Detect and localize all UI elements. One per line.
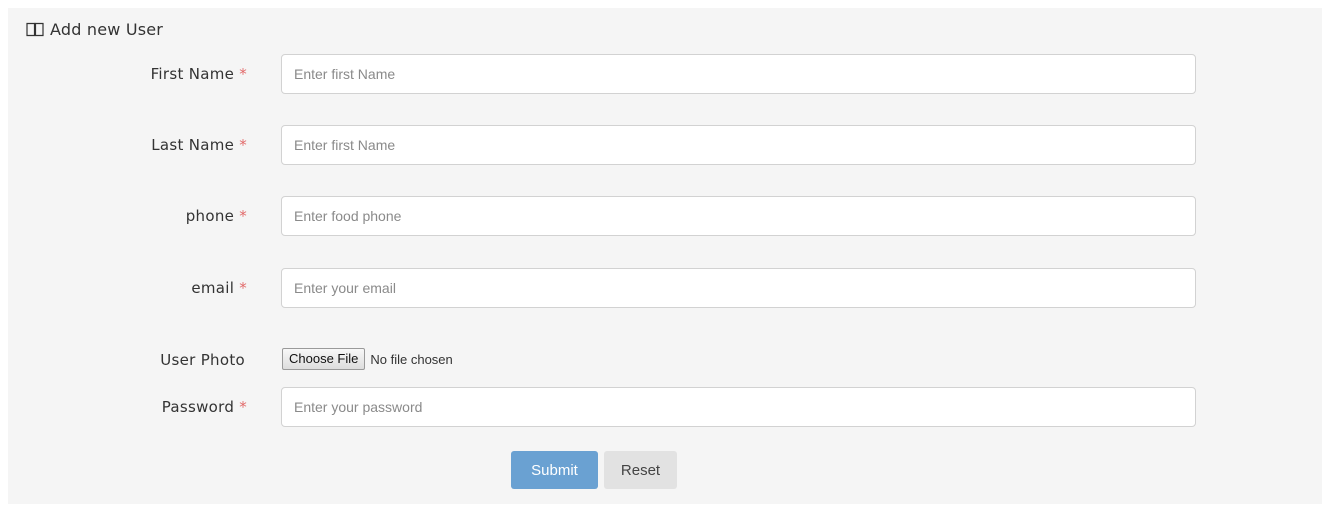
password-row: Password * [8,387,1322,427]
password-label-text: Password [161,398,235,416]
phone-input[interactable] [281,196,1196,236]
panel-title-text: Add new User [50,19,164,39]
phone-label: phone * [186,196,247,236]
password-label: Password * [162,387,247,427]
required-marker: * [239,136,247,154]
book-icon [26,21,44,37]
file-status-text: No file chosen [370,351,453,367]
user-photo-label-text: User Photo [160,351,245,369]
submit-button[interactable]: Submit [511,451,598,489]
first-name-input[interactable] [281,54,1196,94]
last-name-input[interactable] [281,125,1196,165]
last-name-label-text: Last Name [151,136,235,154]
email-input[interactable] [281,268,1196,308]
phone-label-text: phone [185,207,235,225]
user-photo-row: User Photo Choose File No file chosen [8,340,1322,380]
required-marker: * [239,207,247,225]
phone-row: phone * [8,196,1322,236]
email-label-text: email [191,279,235,297]
reset-button[interactable]: Reset [604,451,677,489]
file-upload: Choose File No file chosen [282,348,453,370]
user-photo-label: User Photo [160,340,245,380]
last-name-row: Last Name * [8,125,1322,165]
panel-title: Add new User [26,18,163,40]
password-input[interactable] [281,387,1196,427]
required-marker: * [239,279,247,297]
last-name-label: Last Name * [151,125,247,165]
required-marker: * [239,398,247,416]
add-user-panel: Add new User First Name* Last Name* phon… [8,8,1322,504]
required-marker: * [239,65,247,83]
choose-file-button[interactable]: Choose File [282,348,366,370]
email-label: email * [191,268,247,308]
first-name-row: First Name * [8,54,1322,94]
first-name-label-text: First Name [150,65,235,83]
email-row: email * [8,268,1322,308]
first-name-label: First Name * [151,54,247,94]
